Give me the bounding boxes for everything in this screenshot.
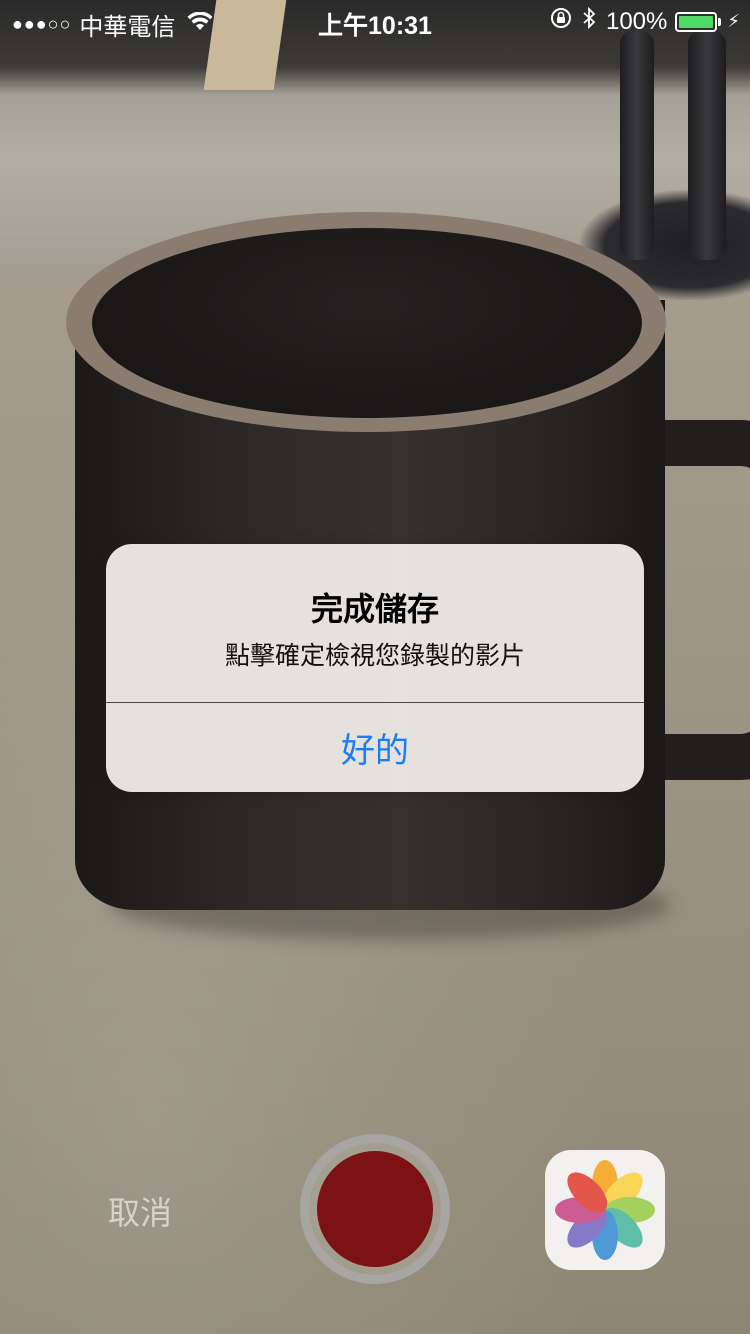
orientation-lock-icon bbox=[550, 7, 572, 36]
background-stand-pole bbox=[620, 30, 654, 260]
charging-icon: ⚡ bbox=[727, 11, 740, 31]
battery-tip bbox=[718, 17, 722, 26]
battery-percent: 100% bbox=[605, 7, 668, 35]
battery-level-fill bbox=[679, 15, 714, 28]
bluetooth-icon bbox=[582, 6, 596, 36]
record-button[interactable] bbox=[300, 1134, 450, 1284]
status-bar: ●●●○○ 中華電信 上午10:31 100% ⚡ bbox=[0, 0, 750, 41]
status-bar-right: 100% ⚡ bbox=[550, 6, 740, 36]
cancel-button[interactable]: 取消 bbox=[108, 1188, 172, 1234]
ok-button[interactable]: 好的 bbox=[106, 703, 644, 792]
photos-library-button[interactable] bbox=[545, 1150, 665, 1270]
alert-message: 點擊確定檢視您錄製的影片 bbox=[224, 641, 525, 670]
save-complete-alert: 完成儲存 點擊確定檢視您錄製的影片 好的 bbox=[106, 544, 644, 792]
record-button-core bbox=[317, 1151, 433, 1267]
photos-app-icon bbox=[555, 1160, 655, 1260]
mug-inside bbox=[92, 228, 642, 418]
battery-icon bbox=[675, 11, 718, 32]
background-stand-pole bbox=[688, 30, 726, 260]
alert-title: 完成儲存 bbox=[310, 590, 439, 628]
